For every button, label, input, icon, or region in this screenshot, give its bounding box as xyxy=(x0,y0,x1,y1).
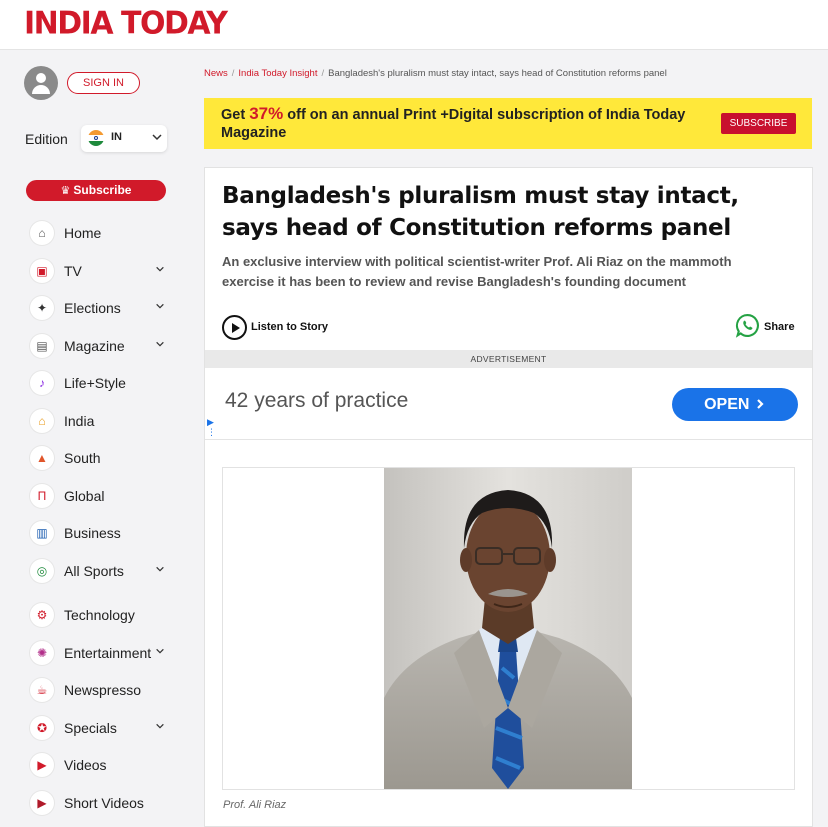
chevron-down-icon xyxy=(151,131,163,146)
subscribe-label: Subscribe xyxy=(73,183,132,197)
entertainment-icon: ✺ xyxy=(30,641,54,665)
listen-label: Listen to Story xyxy=(251,321,329,333)
elections-icon: ✦ xyxy=(30,296,54,320)
sidebar-item-elections[interactable]: ✦ Elections xyxy=(0,293,184,323)
sidebar-item-label: Entertainment xyxy=(64,645,152,661)
breadcrumb-news[interactable]: News xyxy=(204,68,228,79)
sidebar-item-global[interactable]: Π Global xyxy=(0,481,184,511)
left-sidebar xyxy=(0,50,184,827)
edition-select[interactable]: IN xyxy=(81,125,167,152)
short-video-icon: ▶ xyxy=(30,791,54,815)
promo-text: Get 37% off on an annual Print +Digital … xyxy=(221,104,686,142)
subscribe-button[interactable]: ♛ Subscribe xyxy=(26,180,166,201)
sidebar-item-label: Business xyxy=(64,525,121,541)
sidebar-item-label: Home xyxy=(64,225,102,241)
ad-text: 42 years of practice xyxy=(225,389,409,412)
sidebar-item-short-videos[interactable]: ▶ Short Videos xyxy=(0,788,184,818)
sidebar-item-all-sports[interactable]: ◎ All Sports xyxy=(0,556,184,586)
sidebar-item-south[interactable]: ▲ South xyxy=(0,443,184,473)
sidebar-item-label: India xyxy=(64,413,95,429)
sidebar-item-label: Newspresso xyxy=(64,682,142,698)
breadcrumb-insight[interactable]: India Today Insight xyxy=(238,68,317,79)
adchoices-icon[interactable]: ▶ ⋮ xyxy=(207,417,216,437)
sidebar-item-label: Magazine xyxy=(64,338,125,354)
sidebar-item-label: Short Videos xyxy=(64,795,144,811)
share-label: Share xyxy=(764,321,795,333)
advertisement-banner[interactable]: 42 years of practice OPEN ▶ ⋮ xyxy=(205,368,812,440)
sidebar-item-videos[interactable]: ▶ Videos xyxy=(0,750,184,780)
article-headline: Bangladesh's pluralism must stay intact,… xyxy=(222,183,739,241)
india-today-logo[interactable]: INDIA TODAY xyxy=(24,5,228,42)
crown-icon: ♛ xyxy=(60,185,71,197)
sidebar-item-label: TV xyxy=(64,263,82,279)
sidebar-item-label: Specials xyxy=(64,720,117,736)
subscription-promo-banner[interactable]: Get 37% off on an annual Print +Digital … xyxy=(204,98,812,149)
sidebar-item-label: Life+Style xyxy=(64,375,126,391)
image-caption: Prof. Ali Riaz xyxy=(223,799,287,811)
chevron-down-icon[interactable] xyxy=(155,264,165,274)
chevron-down-icon[interactable] xyxy=(155,564,165,574)
sidebar-item-label: Global xyxy=(64,488,105,504)
chevron-down-icon[interactable] xyxy=(155,339,165,349)
india-monument-icon: ⌂ xyxy=(30,409,54,433)
chevron-down-icon[interactable] xyxy=(155,301,165,311)
top-header: INDIA TODAY xyxy=(0,0,828,50)
sidebar-item-label: Technology xyxy=(64,607,135,623)
sidebar-item-label: Videos xyxy=(64,757,107,773)
sidebar-item-home[interactable]: ⌂ Home xyxy=(0,218,184,248)
india-flag-icon xyxy=(88,130,104,146)
sports-icon: ◎ xyxy=(30,559,54,583)
sign-in-button[interactable]: SIGN IN xyxy=(67,72,140,94)
sidebar-item-business[interactable]: ▥ Business xyxy=(0,518,184,548)
video-camera-icon: ▶ xyxy=(30,753,54,777)
article-photo[interactable] xyxy=(384,468,632,789)
sidebar-item-india[interactable]: ⌂ India xyxy=(0,406,184,436)
ad-open-button[interactable]: OPEN xyxy=(672,388,798,421)
breadcrumb-current: Bangladesh's pluralism must stay intact,… xyxy=(328,68,667,79)
temple-icon: ▲ xyxy=(30,446,54,470)
sidebar-item-label: South xyxy=(64,450,101,466)
specials-badge-icon: ✪ xyxy=(30,716,54,740)
breadcrumb: News / India Today Insight / Bangladesh's pl… xyxy=(204,68,667,79)
chevron-down-icon[interactable] xyxy=(155,646,165,656)
sidebar-item-technology[interactable]: ⚙ Technology xyxy=(0,600,184,630)
business-chart-icon: ▥ xyxy=(30,521,54,545)
home-icon: ⌂ xyxy=(30,221,54,245)
article-summary: An exclusive interview with political sc… xyxy=(222,254,732,289)
promo-subscribe-button[interactable]: SUBSCRIBE xyxy=(721,113,796,134)
whatsapp-icon xyxy=(735,314,759,338)
edition-label: Edition xyxy=(25,131,68,147)
edition-code: IN xyxy=(111,131,122,143)
sidebar-item-life-style[interactable]: ♪ Life+Style xyxy=(0,368,184,398)
magazine-icon: ▤ xyxy=(30,334,54,358)
global-gate-icon: Π xyxy=(30,484,54,508)
sidebar-item-tv[interactable]: ▣ TV xyxy=(0,256,184,286)
play-icon xyxy=(222,315,247,340)
sidebar-item-specials[interactable]: ✪ Specials xyxy=(0,713,184,743)
advertisement-label: ADVERTISEMENT xyxy=(205,350,812,368)
live-tv-icon: ▣ xyxy=(30,259,54,283)
chevron-down-icon[interactable] xyxy=(155,721,165,731)
sidebar-item-label: All Sports xyxy=(64,563,124,579)
sidebar-item-magazine[interactable]: ▤ Magazine xyxy=(0,331,184,361)
technology-icon: ⚙ xyxy=(30,603,54,627)
sidebar-item-entertainment[interactable]: ✺ Entertainment xyxy=(0,638,184,668)
coffee-cup-icon: ☕ xyxy=(30,678,54,702)
chevron-right-icon xyxy=(757,399,764,409)
sidebar-item-label: Elections xyxy=(64,300,121,316)
promo-percent: 37% xyxy=(249,104,284,123)
portrait-illustration xyxy=(384,468,632,789)
user-avatar-icon[interactable] xyxy=(24,66,58,100)
sidebar-item-newspresso[interactable]: ☕ Newspresso xyxy=(0,675,184,705)
cocktail-icon: ♪ xyxy=(30,371,54,395)
